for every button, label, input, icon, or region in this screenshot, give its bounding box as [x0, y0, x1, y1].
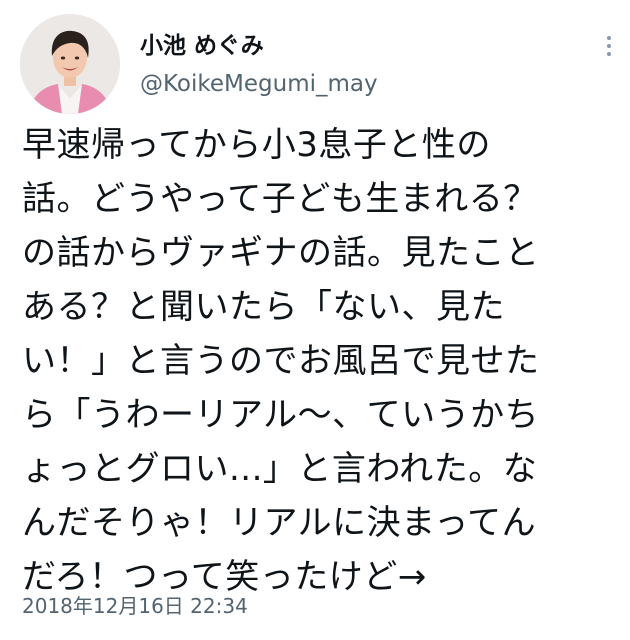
user-handle[interactable]: @KoikeMegumi_may: [140, 70, 378, 98]
more-vertical-icon[interactable]: [604, 36, 614, 62]
tweet-timestamp[interactable]: 2018年12月16日 22:34: [22, 592, 248, 620]
tweet-text-line: 早速帰ってから小3息子と性の: [22, 125, 491, 165]
tweet-text-line: んだそりゃ！リアルに決まってん: [22, 503, 537, 543]
tweet-text: 早速帰ってから小3息子と性の 話。どうやって子ども生まれる？ の話からヴァギナの…: [22, 118, 622, 604]
tweet-text-line: ある？と聞いたら「ない、見た: [22, 287, 505, 327]
tweet-text-line: い！」と言うのでお風呂で見せた: [22, 341, 540, 381]
profile-photo-icon: [20, 14, 120, 114]
tweet-card: 小池 めぐみ @KoikeMegumi_may 早速帰ってから小3息子と性の 話…: [0, 0, 630, 640]
user-names: 小池 めぐみ @KoikeMegumi_may: [140, 32, 378, 98]
tweet-text-line: ょっとグロい...」と言われた。な: [22, 449, 538, 489]
tweet-text-line: 話。どうやって子ども生まれる？: [22, 179, 538, 219]
tweet-text-line: ら「うわーリアル〜、ていうかち: [22, 395, 540, 435]
tweet-text-line: の話からヴァギナの話。見たこと: [22, 233, 540, 273]
avatar[interactable]: [20, 14, 120, 114]
display-name[interactable]: 小池 めぐみ: [140, 32, 378, 60]
tweet-header: 小池 めぐみ @KoikeMegumi_may: [20, 14, 620, 114]
